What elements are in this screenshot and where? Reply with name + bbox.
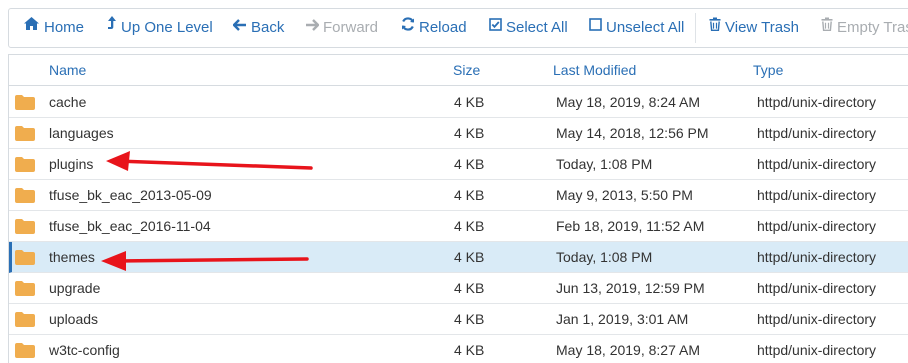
file-last-modified: Jun 13, 2019, 12:59 PM — [556, 280, 705, 296]
select-all-label: Select All — [506, 19, 568, 36]
file-name: upgrade — [49, 280, 101, 296]
table-row[interactable]: upgrade 4 KB Jun 13, 2019, 12:59 PM http… — [9, 273, 908, 304]
home-label: Home — [44, 19, 85, 36]
file-type: httpd/unix-directory — [757, 249, 877, 265]
file-type: httpd/unix-directory — [757, 94, 877, 110]
forward-button[interactable]: Forward — [305, 9, 378, 47]
table-row[interactable]: tfuse_bk_eac_2016-11-04 4 KB Feb 18, 201… — [9, 211, 908, 242]
file-size: 4 KB — [454, 280, 485, 296]
file-last-modified: Today, 1:08 PM — [556, 249, 653, 265]
file-size: 4 KB — [454, 156, 485, 172]
file-type: httpd/unix-directory — [757, 218, 877, 234]
file-type: httpd/unix-directory — [757, 280, 877, 296]
file-last-modified: May 9, 2013, 5:50 PM — [556, 187, 693, 203]
reload-button[interactable]: Reload — [401, 9, 467, 47]
table-row[interactable]: tfuse_bk_eac_2013-05-09 4 KB May 9, 2013… — [9, 180, 908, 211]
file-name: tfuse_bk_eac_2013-05-09 — [49, 187, 212, 203]
column-header-name[interactable]: Name — [49, 55, 86, 86]
folder-icon — [15, 281, 35, 296]
table-row[interactable]: plugins 4 KB Today, 1:08 PM httpd/unix-d… — [9, 149, 908, 180]
back-label: Back — [251, 19, 285, 36]
home-button[interactable]: Home — [23, 9, 84, 47]
arrow-right-icon — [305, 8, 320, 46]
unselect-all-label: Unselect All — [606, 19, 685, 36]
folder-icon — [15, 219, 35, 234]
file-name: themes — [49, 249, 95, 265]
file-last-modified: Today, 1:08 PM — [556, 156, 653, 172]
folder-icon — [15, 343, 35, 358]
column-header-size[interactable]: Size — [453, 55, 480, 86]
empty-trash-label: Empty Tras — [837, 19, 908, 36]
file-name: tfuse_bk_eac_2016-11-04 — [49, 218, 211, 234]
file-size: 4 KB — [454, 94, 485, 110]
toolbar-divider — [695, 13, 696, 43]
folder-icon — [15, 250, 35, 265]
file-name: languages — [49, 125, 114, 141]
reload-label: Reload — [419, 19, 467, 36]
file-name: w3tc-config — [49, 342, 120, 358]
reload-icon — [401, 8, 415, 46]
checked-box-icon — [489, 8, 502, 46]
home-icon — [23, 8, 40, 46]
file-name: cache — [49, 94, 87, 110]
arrow-left-icon — [232, 8, 247, 46]
file-type: httpd/unix-directory — [757, 125, 877, 141]
folder-icon — [15, 312, 35, 327]
select-all-button[interactable]: Select All — [489, 9, 568, 47]
file-size: 4 KB — [454, 342, 485, 358]
up-one-level-button[interactable]: Up One Level — [107, 9, 213, 47]
back-button[interactable]: Back — [232, 8, 285, 47]
file-name: uploads — [49, 311, 99, 327]
view-trash-button[interactable]: View Trash — [709, 9, 799, 47]
file-type: httpd/unix-directory — [757, 187, 877, 203]
column-header-last-modified[interactable]: Last Modified — [553, 55, 636, 86]
table-header: Name Size Last Modified Type — [9, 55, 908, 86]
column-header-type[interactable]: Type — [753, 55, 783, 86]
file-last-modified: May 14, 2018, 12:56 PM — [556, 125, 709, 141]
file-size: 4 KB — [454, 311, 485, 327]
file-name: plugins — [49, 156, 94, 172]
table-row[interactable]: w3tc-config 4 KB May 18, 2019, 8:27 AM h… — [9, 335, 908, 363]
file-last-modified: Jan 1, 2019, 3:01 AM — [556, 311, 689, 327]
file-type: httpd/unix-directory — [757, 156, 877, 172]
level-up-icon — [107, 8, 117, 46]
folder-icon — [15, 188, 35, 203]
unselect-all-button[interactable]: Unselect All — [589, 9, 684, 47]
file-type: httpd/unix-directory — [757, 311, 877, 327]
file-size: 4 KB — [454, 187, 485, 203]
forward-label: Forward — [323, 19, 379, 36]
file-last-modified: Feb 18, 2019, 11:52 AM — [556, 218, 705, 234]
empty-box-icon — [589, 8, 602, 46]
up-one-level-label: Up One Level — [121, 19, 213, 36]
file-last-modified: May 18, 2019, 8:24 AM — [556, 94, 700, 110]
folder-icon — [15, 95, 35, 110]
folder-icon — [15, 157, 35, 172]
file-table: Name Size Last Modified Type cache 4 KB … — [8, 54, 908, 363]
table-row-selected[interactable]: themes 4 KB Today, 1:08 PM httpd/unix-di… — [9, 242, 908, 273]
folder-icon — [15, 126, 35, 141]
file-type: httpd/unix-directory — [757, 342, 877, 358]
table-row[interactable]: languages 4 KB May 14, 2018, 12:56 PM ht… — [9, 118, 908, 149]
file-manager-toolbar: Home Up One Level Back Forward Reload Se… — [8, 8, 908, 48]
view-trash-label: View Trash — [725, 19, 799, 36]
table-row[interactable]: cache 4 KB May 18, 2019, 8:24 AM httpd/u… — [9, 87, 908, 118]
trash-icon — [821, 8, 833, 46]
file-size: 4 KB — [454, 218, 485, 234]
file-last-modified: May 18, 2019, 8:27 AM — [556, 342, 700, 358]
trash-icon — [709, 8, 721, 46]
file-size: 4 KB — [454, 125, 485, 141]
file-size: 4 KB — [454, 249, 485, 265]
table-row[interactable]: uploads 4 KB Jan 1, 2019, 3:01 AM httpd/… — [9, 304, 908, 335]
empty-trash-button[interactable]: Empty Tras — [821, 9, 908, 47]
